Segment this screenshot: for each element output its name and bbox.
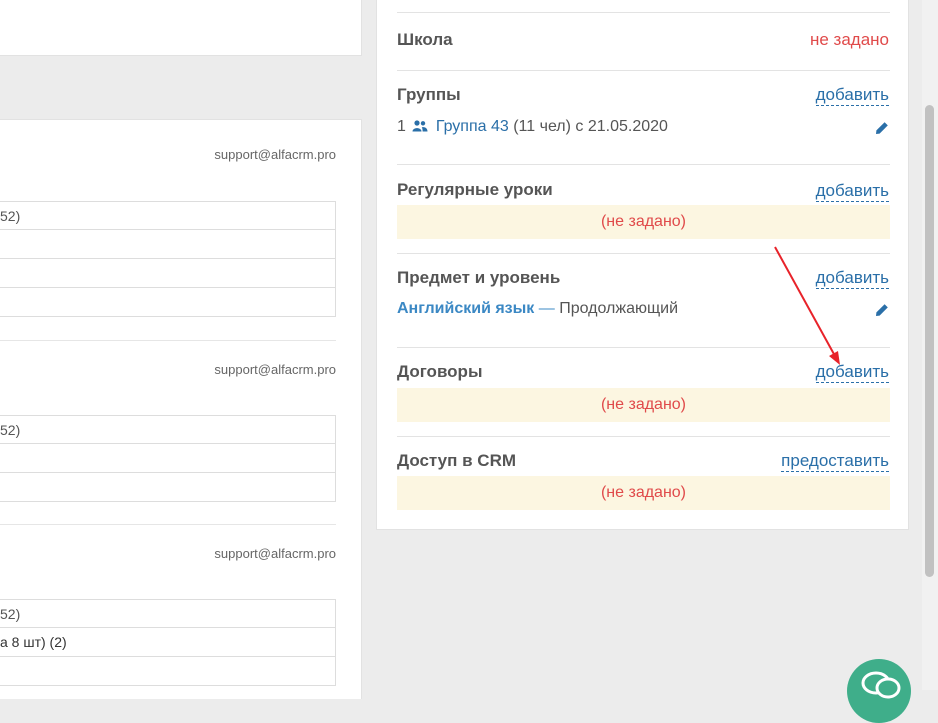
table-row (0, 444, 336, 473)
subject-level: Продолжающий (559, 300, 679, 317)
chat-bubble-icon (861, 671, 901, 699)
left-top-card (0, 0, 362, 56)
regular-lessons-add-button[interactable]: добавить (815, 181, 889, 202)
table-row (0, 657, 336, 686)
support-email[interactable]: support@alfacrm.pro (214, 147, 336, 162)
support-email[interactable]: support@alfacrm.pro (214, 546, 336, 561)
school-not-set: не задано (809, 30, 889, 49)
section-divider (397, 70, 890, 71)
table-row: 52) (0, 201, 336, 230)
school-label: Школа (397, 30, 453, 49)
section-divider (397, 347, 890, 348)
info-table: 52) (0, 415, 336, 502)
group-start-date: с 21.05.2020 (575, 118, 668, 135)
subject-item: Английский язык — Продолжающий (397, 300, 679, 317)
crm-access-empty: (не задано) (397, 476, 890, 510)
group-link[interactable]: Группа 43 (436, 118, 509, 135)
group-member-count: (11 чел) (513, 118, 571, 135)
regular-lessons-label: Регулярные уроки (397, 180, 553, 199)
section-divider (397, 164, 890, 165)
crm-access-grant-button[interactable]: предоставить (781, 451, 889, 472)
contracts-label: Договоры (397, 362, 483, 381)
groups-label: Группы (397, 85, 461, 104)
student-details-panel: Школа не задано Группы добавить 1 Группа… (376, 0, 909, 530)
section-divider (397, 436, 890, 437)
regular-lessons-empty: (не задано) (397, 205, 890, 239)
left-panel: support@alfacrm.pro 52) support@alfacrm.… (0, 119, 362, 699)
section-divider (397, 253, 890, 254)
chat-button[interactable] (847, 659, 911, 723)
scrollbar-thumb[interactable] (925, 105, 934, 577)
table-row (0, 259, 336, 288)
table-row (0, 288, 336, 317)
subject-link[interactable]: Английский язык (397, 300, 534, 317)
table-row: а 8 шт) (2) (0, 628, 336, 657)
subject-level-label: Предмет и уровень (397, 268, 561, 287)
table-row: 52) (0, 415, 336, 444)
divider (0, 524, 336, 525)
people-icon (412, 120, 428, 132)
crm-access-label: Доступ в CRM (397, 451, 517, 470)
contracts-add-button[interactable]: добавить (815, 362, 889, 383)
pencil-icon[interactable] (875, 121, 889, 135)
section-divider (397, 12, 890, 13)
info-table: 52) (0, 201, 336, 317)
pencil-icon[interactable] (875, 303, 889, 317)
group-item: 1 Группа 43 (11 чел) с 21.05.2020 (397, 118, 668, 135)
groups-add-button[interactable]: добавить (815, 85, 889, 106)
divider (0, 340, 336, 341)
table-row (0, 473, 336, 502)
table-row: 52) (0, 599, 336, 628)
table-row (0, 230, 336, 259)
contracts-empty: (не задано) (397, 388, 890, 422)
subject-level-add-button[interactable]: добавить (815, 268, 889, 289)
support-email[interactable]: support@alfacrm.pro (214, 362, 336, 377)
info-table: 52) а 8 шт) (2) (0, 599, 336, 686)
